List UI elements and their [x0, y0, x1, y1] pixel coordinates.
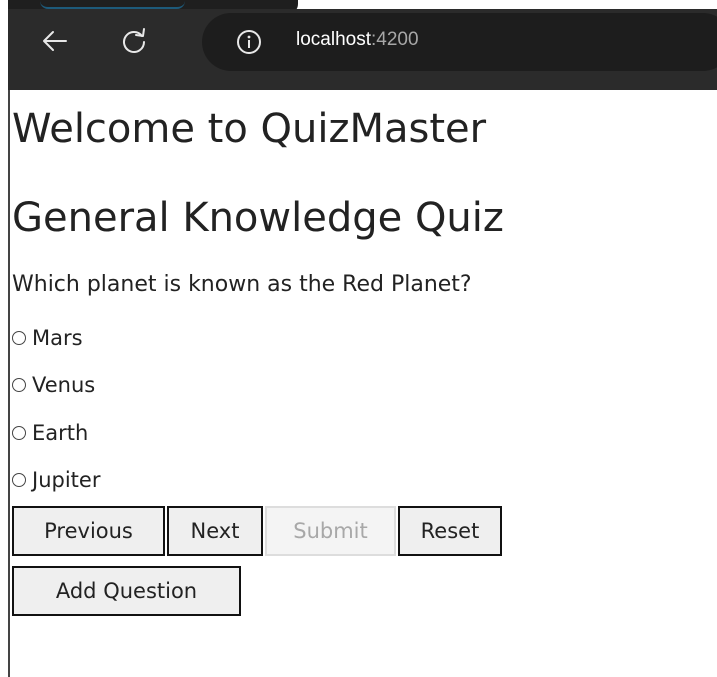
- radio-button[interactable]: [12, 426, 26, 440]
- reload-button[interactable]: [114, 21, 154, 61]
- quiz-title: General Knowledge Quiz: [12, 195, 504, 241]
- option-label: Mars: [32, 326, 83, 350]
- option-label: Earth: [32, 421, 89, 445]
- option-jupiter[interactable]: Jupiter: [12, 464, 100, 496]
- back-arrow-icon: [43, 31, 67, 51]
- browser-toolbar: localhost:4200: [8, 9, 717, 90]
- page-title: Welcome to QuizMaster: [12, 106, 487, 152]
- option-label: Jupiter: [32, 468, 101, 492]
- url-host: localhost: [296, 29, 371, 50]
- option-venus[interactable]: Venus: [12, 369, 95, 401]
- reload-icon: [123, 28, 145, 53]
- page-viewport: Welcome to QuizMaster General Knowledge …: [8, 90, 717, 677]
- radio-button[interactable]: [12, 473, 26, 487]
- submit-button[interactable]: Submit: [265, 506, 396, 556]
- url-text[interactable]: localhost:4200: [296, 29, 419, 51]
- radio-button[interactable]: [12, 331, 26, 345]
- next-button[interactable]: Next: [167, 506, 263, 556]
- add-question-button[interactable]: Add Question: [12, 566, 241, 616]
- reset-button[interactable]: Reset: [398, 506, 502, 556]
- radio-button[interactable]: [12, 378, 26, 392]
- address-bar[interactable]: localhost:4200: [202, 13, 717, 71]
- info-icon[interactable]: [236, 29, 262, 55]
- previous-button[interactable]: Previous: [12, 506, 165, 556]
- active-tab[interactable]: [40, 0, 185, 9]
- option-mars[interactable]: Mars: [12, 322, 83, 354]
- option-label: Venus: [32, 373, 96, 397]
- option-earth[interactable]: Earth: [12, 417, 88, 449]
- question-text: Which planet is known as the Red Planet?: [12, 272, 472, 297]
- back-button[interactable]: [34, 21, 74, 61]
- url-port: :4200: [371, 29, 419, 50]
